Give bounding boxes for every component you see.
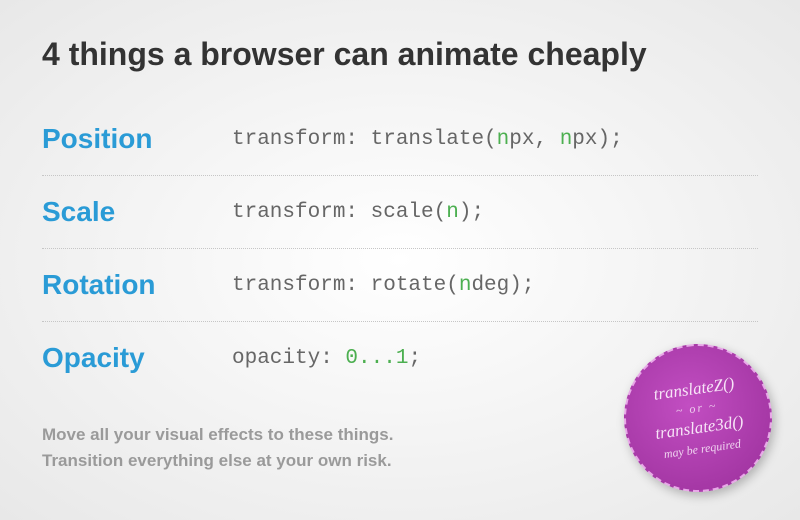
code-scale: transform: scale(n); — [232, 201, 484, 224]
row-scale: Scale transform: scale(n); — [42, 176, 758, 249]
label-scale: Scale — [42, 196, 232, 228]
label-opacity: Opacity — [42, 342, 232, 374]
property-list: Position transform: translate(npx, npx);… — [42, 103, 758, 394]
label-rotation: Rotation — [42, 269, 232, 301]
row-rotation: Rotation transform: rotate(ndeg); — [42, 249, 758, 322]
label-position: Position — [42, 123, 232, 155]
row-position: Position transform: translate(npx, npx); — [42, 103, 758, 176]
code-rotation: transform: rotate(ndeg); — [232, 274, 534, 297]
code-position: transform: translate(npx, npx); — [232, 128, 623, 151]
page-title: 4 things a browser can animate cheaply — [42, 36, 758, 73]
badge-line1: translateZ() — [652, 374, 735, 405]
code-opacity: opacity: 0...1; — [232, 347, 421, 370]
